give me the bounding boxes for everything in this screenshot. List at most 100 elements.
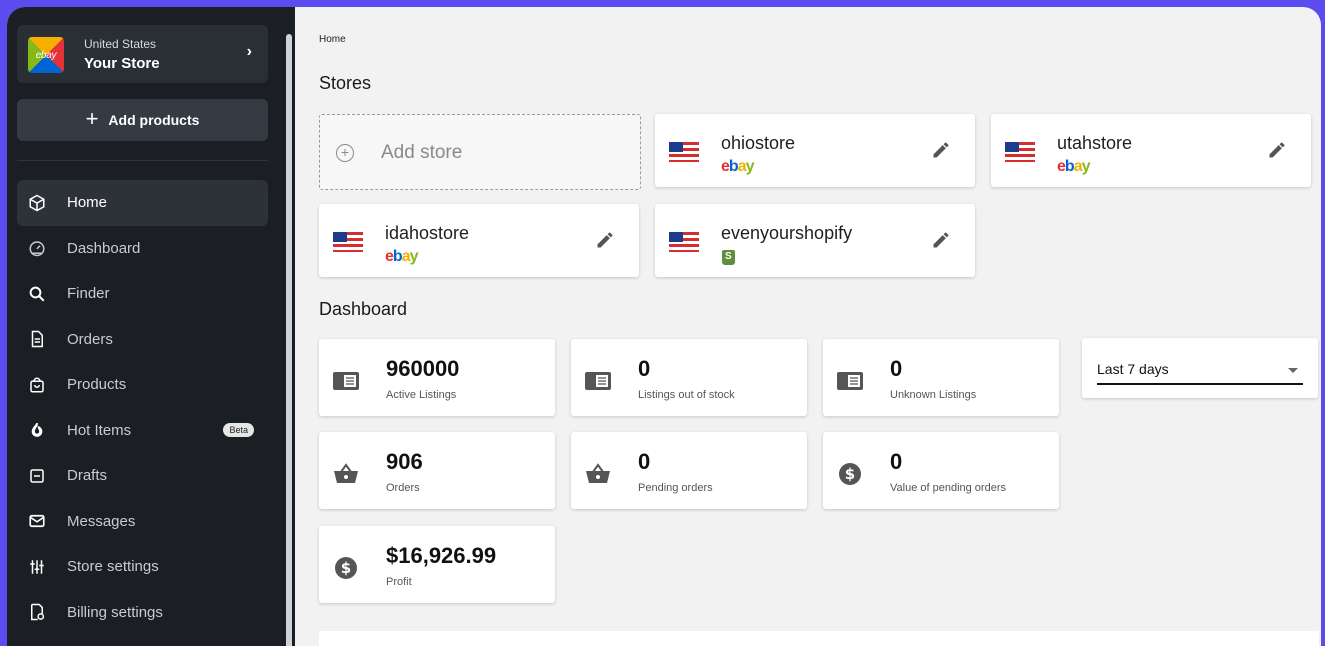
basket-icon	[334, 463, 358, 483]
sidebar-item-label: Dashboard	[67, 239, 141, 257]
stat-label: Value of pending orders	[890, 482, 1006, 494]
ebay-logo-icon: ebay	[385, 248, 418, 265]
sidebar-item-store-settings[interactable]: Store settings	[17, 544, 268, 590]
stat-pending-orders: 0 Pending orders	[571, 432, 807, 509]
sidebar-item-dashboard[interactable]: Dashboard	[17, 226, 268, 272]
store-title: ohiostore	[721, 133, 796, 153]
store-card-ohiostore[interactable]: ohiostore ebay	[655, 114, 975, 187]
us-flag-icon	[1005, 142, 1035, 162]
sidebar-item-hot-items[interactable]: Hot Items Beta	[17, 408, 268, 454]
listing-icon	[837, 372, 863, 390]
dashboard-title: Dashboard	[319, 299, 408, 319]
us-flag-icon	[333, 232, 363, 252]
sidebar-item-products[interactable]: Products	[17, 362, 268, 408]
select-underline	[1097, 383, 1303, 385]
sidebar-nav: Home Dashboard Finder Orders Products Ho…	[17, 180, 268, 635]
us-flag-icon	[669, 232, 699, 252]
stat-value: 960000	[386, 356, 460, 381]
cube-icon	[27, 193, 47, 213]
stat-value: 0	[890, 449, 903, 474]
sidebar-item-label: Finder	[67, 285, 110, 303]
svg-text:$: $	[845, 465, 855, 483]
add-products-label: Add products	[108, 112, 200, 128]
ebay-logo-icon: ebay	[1057, 158, 1090, 175]
store-card-idahostore[interactable]: idahostore ebay	[319, 204, 639, 277]
sidebar-scrollbar[interactable]	[286, 34, 292, 646]
store-country: United States	[84, 37, 157, 51]
svg-text:$: $	[341, 559, 351, 577]
listing-icon	[585, 372, 611, 390]
store-card-evenyourshopify[interactable]: evenyourshopify	[655, 204, 975, 277]
store-title: idahostore	[385, 223, 470, 243]
store-name: Your Store	[84, 55, 160, 72]
period-select[interactable]: Last 7 days	[1082, 338, 1318, 398]
caret-down-icon	[1288, 368, 1298, 373]
sidebar-item-orders[interactable]: Orders	[17, 317, 268, 363]
stat-value: 906	[386, 449, 423, 474]
store-card-utahstore[interactable]: utahstore ebay	[991, 114, 1311, 187]
stat-label: Active Listings	[386, 389, 457, 401]
stat-unknown-listings: 0 Unknown Listings	[823, 339, 1059, 416]
store-switcher[interactable]: ebay United States Your Store ›	[17, 25, 268, 83]
sidebar-item-label: Messages	[67, 512, 136, 530]
stat-label: Unknown Listings	[890, 389, 977, 401]
envelope-icon	[27, 511, 47, 531]
search-icon	[27, 284, 47, 304]
sidebar-item-label: Products	[67, 376, 127, 394]
sidebar-item-label: Drafts	[67, 467, 108, 485]
main-content: Home Stores + Add store ohiostore ebay u…	[295, 7, 1321, 646]
sidebar-divider	[17, 160, 268, 161]
edit-icon[interactable]	[931, 230, 951, 250]
shopify-bag-icon	[722, 250, 735, 265]
stat-value-of-pending-orders: $ 0 Value of pending orders	[823, 432, 1059, 509]
stat-profit: $ $16,926.99 Profit	[319, 526, 555, 603]
sidebar-item-home[interactable]: Home	[17, 180, 268, 226]
add-store-label: Add store	[381, 142, 463, 163]
stat-listings-out-of-stock: 0 Listings out of stock	[571, 339, 807, 416]
add-products-button[interactable]: + Add products	[17, 99, 268, 141]
stat-value: $16,926.99	[386, 543, 497, 568]
next-section-card	[319, 631, 1319, 646]
stores-title: Stores	[319, 73, 372, 93]
dollar-icon: $	[335, 557, 357, 579]
add-store-button[interactable]: + Add store	[319, 114, 641, 190]
sidebar-item-billing-settings[interactable]: Billing settings	[17, 590, 268, 636]
app-window: ebay United States Your Store › + Add pr…	[7, 7, 1321, 646]
sidebar-item-drafts[interactable]: Drafts	[17, 453, 268, 499]
sidebar-item-finder[interactable]: Finder	[17, 271, 268, 317]
stat-label: Pending orders	[638, 482, 713, 494]
edit-icon[interactable]	[931, 140, 951, 160]
bag-icon	[27, 375, 47, 395]
breadcrumb[interactable]: Home	[319, 34, 346, 45]
sliders-icon	[27, 557, 47, 577]
sidebar-item-label: Home	[67, 194, 108, 212]
chevron-right-icon: ›	[246, 43, 252, 60]
edit-icon[interactable]	[595, 230, 615, 250]
store-title: evenyourshopify	[721, 223, 853, 243]
sidebar-item-label: Orders	[67, 330, 113, 348]
beta-badge: Beta	[223, 422, 254, 437]
dollar-icon: $	[839, 463, 861, 485]
document-icon	[27, 329, 47, 349]
stat-active-listings: 960000 Active Listings	[319, 339, 555, 416]
drafts-icon	[27, 466, 47, 486]
sidebar-item-label: Billing settings	[67, 603, 163, 621]
stat-value: 0	[638, 356, 651, 381]
us-flag-icon	[669, 142, 699, 162]
listing-icon	[333, 372, 359, 390]
billing-icon	[27, 602, 47, 622]
ebay-logo-icon: ebay	[28, 37, 64, 73]
edit-icon[interactable]	[1267, 140, 1287, 160]
sidebar-item-label: Store settings	[67, 558, 159, 576]
sidebar-item-messages[interactable]: Messages	[17, 499, 268, 545]
period-select-value: Last 7 days	[1097, 361, 1169, 377]
sidebar-item-label: Hot Items	[67, 421, 132, 439]
stat-label: Listings out of stock	[638, 389, 735, 401]
ebay-logo-icon: ebay	[721, 158, 754, 175]
stat-label: Profit	[386, 576, 412, 588]
gauge-icon	[27, 238, 47, 258]
plus-icon: +	[85, 106, 99, 131]
sidebar: ebay United States Your Store › + Add pr…	[7, 7, 295, 646]
stat-value: 0	[890, 356, 903, 381]
flame-icon	[27, 420, 47, 440]
